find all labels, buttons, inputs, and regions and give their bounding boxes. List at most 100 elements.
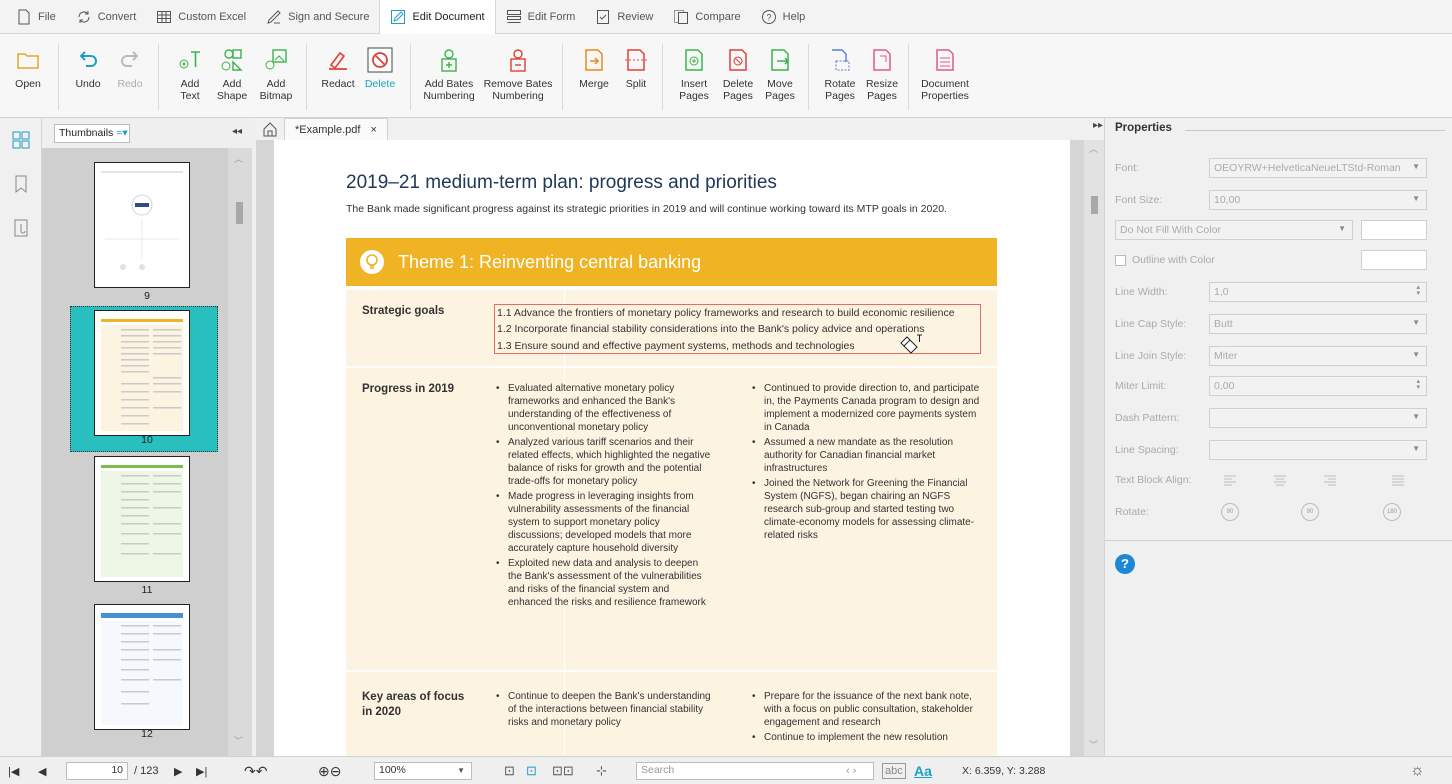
align-right-icon[interactable] <box>1323 474 1337 486</box>
menu-edit-document[interactable]: Edit Document <box>379 0 496 35</box>
scroll-up-icon[interactable]: ︿ <box>1089 142 1098 155</box>
focus-bullet[interactable]: Prepare for the issuance of the next ban… <box>748 690 984 729</box>
goal-item[interactable]: 1.2 Incorporate financial stability cons… <box>497 323 925 335</box>
thumbnails-grid-icon[interactable] <box>12 130 30 150</box>
document-properties-button[interactable]: Document Properties <box>914 42 976 102</box>
view-mode-icon[interactable]: ⊡ <box>504 761 515 781</box>
document-heading[interactable]: 2019–21 medium-term plan: progress and p… <box>346 172 777 194</box>
open-button[interactable]: Open <box>2 42 54 90</box>
outline-color-swatch[interactable] <box>1361 250 1427 270</box>
thumbnail-page-12[interactable] <box>94 604 190 730</box>
menu-convert[interactable]: Convert <box>66 0 147 34</box>
scroll-thumb[interactable] <box>236 202 243 224</box>
line-width-spinner[interactable]: 1,0 ▴ ▾ <box>1209 282 1427 302</box>
whole-word-icon[interactable]: Aa <box>914 761 932 781</box>
menu-edit-form[interactable]: Edit Form <box>496 0 586 34</box>
search-input[interactable]: Search <box>636 762 874 780</box>
align-justify-icon[interactable] <box>1391 474 1405 486</box>
brightness-icon[interactable]: ☼ <box>1410 761 1425 781</box>
fill-select[interactable]: Do Not Fill With Color ▼ <box>1115 220 1353 240</box>
chevron-down-icon: =▾ <box>116 127 128 139</box>
progress-bullet[interactable]: Assumed a new mandate as the resolution … <box>748 436 984 475</box>
split-button[interactable]: Split <box>610 42 662 90</box>
miter-limit-spinner[interactable]: 0,00 ▴ ▾ <box>1209 376 1427 396</box>
first-page-icon[interactable]: |◀ <box>8 761 19 781</box>
thumbnail-page-10[interactable] <box>94 310 190 436</box>
match-case-icon[interactable]: abc <box>882 763 906 779</box>
scroll-up-icon[interactable]: ︿ <box>234 152 243 165</box>
add-bates-button[interactable]: Add Bates Numbering <box>418 42 480 102</box>
menu-review[interactable]: Review <box>585 0 663 34</box>
line-join-select[interactable]: Miter ▼ <box>1209 346 1427 366</box>
focus-bullet[interactable]: Continue to deepen the Bank's understand… <box>492 690 714 729</box>
zoom-select[interactable]: 100% ▼ <box>374 762 472 780</box>
scroll-down-icon[interactable]: ﹀ <box>234 734 243 747</box>
progress-bullet[interactable]: Evaluated alternative monetary policy fr… <box>492 382 714 434</box>
rotate-180-icon[interactable]: 180 <box>1383 503 1401 521</box>
thumbnail-page-9[interactable] <box>94 162 190 288</box>
fill-color-swatch[interactable] <box>1361 220 1427 240</box>
attachment-icon[interactable] <box>12 218 30 238</box>
single-page-view-icon[interactable]: ⊡ <box>526 761 537 781</box>
thumbnails-scrollbar[interactable]: ︿ ﹀ <box>228 148 252 756</box>
rotate-cw-90-icon[interactable]: 90 <box>1301 503 1319 521</box>
zoom-in-out-icon[interactable]: ⊕⊖ <box>318 761 341 781</box>
align-center-icon[interactable] <box>1273 474 1287 486</box>
theme-title[interactable]: Theme 1: Reinventing central banking <box>398 252 701 273</box>
next-page-icon[interactable]: ▶ <box>174 761 182 781</box>
menu-help[interactable]: ? Help <box>751 0 816 34</box>
delete-button[interactable]: Delete <box>354 42 406 90</box>
thumbnails-dropdown[interactable]: Thumbnails =▾ <box>54 124 130 143</box>
home-icon[interactable] <box>262 121 278 137</box>
outline-checkbox-row[interactable]: Outline with Color <box>1115 254 1215 266</box>
menu-compare[interactable]: Compare <box>663 0 750 34</box>
move-pages-button[interactable]: Move Pages <box>754 42 806 102</box>
previous-page-icon[interactable]: ◀ <box>38 761 46 781</box>
resize-pages-button[interactable]: Resize Pages <box>856 42 908 102</box>
progress-bullet[interactable]: Analyzed various tariff scenarios and th… <box>492 436 714 488</box>
redo-button[interactable]: Redo <box>104 42 156 90</box>
rotate-ccw-90-icon[interactable]: 90 <box>1221 503 1239 521</box>
bookmark-icon[interactable] <box>12 174 30 194</box>
progress-label[interactable]: Progress in 2019 <box>362 382 454 397</box>
line-spacing-select[interactable]: ▼ <box>1209 440 1427 460</box>
dash-pattern-select[interactable]: ▼ <box>1209 408 1427 428</box>
menu-custom-excel[interactable]: Custom Excel <box>146 0 256 34</box>
document-scrollbar[interactable]: ︿ ﹀ <box>1084 140 1104 756</box>
menu-convert-label: Convert <box>97 10 137 23</box>
last-page-icon[interactable]: ▶| <box>196 761 207 781</box>
remove-bates-button[interactable]: Remove Bates Numbering <box>482 42 554 102</box>
rotate-view-icon[interactable]: ↷↶ <box>244 761 267 781</box>
collapse-left-icon[interactable]: ◂◂ <box>232 126 242 137</box>
menu-sign-secure[interactable]: Sign and Secure <box>256 0 379 34</box>
continuous-view-icon[interactable]: ⊹ <box>596 761 607 781</box>
align-left-icon[interactable] <box>1223 474 1237 486</box>
focus-bullet[interactable]: Continue to implement the new resolution <box>748 731 984 744</box>
progress-bullet[interactable]: Joined the Network for Greening the Fina… <box>748 477 984 542</box>
goal-item[interactable]: 1.1 Advance the frontiers of monetary po… <box>497 307 955 319</box>
thumbnail-page-11[interactable] <box>94 456 190 582</box>
page-number-input[interactable]: 10 <box>66 762 128 780</box>
outline-checkbox[interactable] <box>1115 254 1126 266</box>
ribbon-divider <box>908 44 909 110</box>
help-circle-icon[interactable]: ? <box>1115 554 1135 574</box>
two-page-view-icon[interactable]: ⊡⊡ <box>552 761 574 781</box>
scroll-thumb[interactable] <box>1091 196 1098 214</box>
goal-item[interactable]: 1.3 Ensure sound and effective payment s… <box>497 340 855 352</box>
collapse-right-icon[interactable]: ▸▸ <box>1093 120 1103 131</box>
focus-label[interactable]: Key areas of focus in 2020 <box>362 690 472 720</box>
progress-bullet[interactable]: Continued to provide direction to, and p… <box>748 382 984 434</box>
progress-bullet[interactable]: Exploited new data and analysis to deepe… <box>492 557 714 609</box>
scroll-down-icon[interactable]: ﹀ <box>1089 738 1098 751</box>
font-select[interactable]: OEOYRW+HelveticaNeueLTStd-Roman ▼ <box>1209 158 1427 178</box>
line-cap-select[interactable]: Butt ▼ <box>1209 314 1427 334</box>
document-intro[interactable]: The Bank made significant progress again… <box>346 202 956 216</box>
menu-file[interactable]: File <box>6 0 66 34</box>
add-bitmap-button[interactable]: Add Bitmap <box>250 42 302 102</box>
progress-bullet[interactable]: Made progress in leveraging insights fro… <box>492 490 714 555</box>
strategic-goals-label[interactable]: Strategic goals <box>362 304 444 319</box>
font-size-select[interactable]: 10,00 ▼ <box>1209 190 1427 210</box>
document-tab[interactable]: *Example.pdf × <box>284 118 388 140</box>
close-tab-icon[interactable]: × <box>370 124 376 136</box>
search-prev-next-icon[interactable]: ‹ › <box>846 761 856 781</box>
